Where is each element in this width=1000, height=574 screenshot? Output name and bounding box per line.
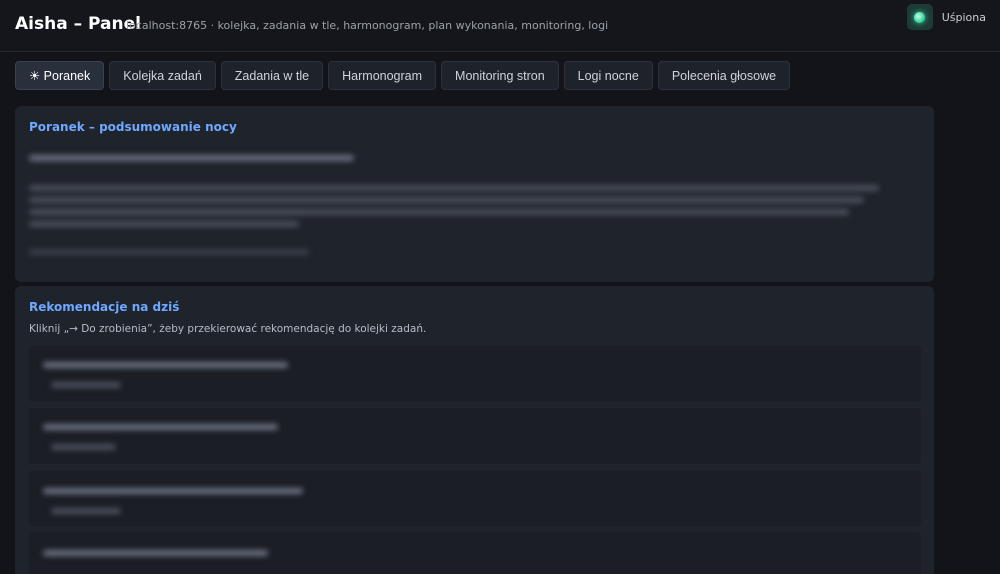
status-indicator: Uśpiona (906, 4, 986, 30)
tab-logi-nocne[interactable]: Logi nocne (563, 61, 653, 90)
status-dot (914, 11, 926, 23)
tab-bar: ☀ Poranek Kolejka zadań Zadania w tle Ha… (15, 61, 791, 90)
recommendations-title: Rekomendacje na dziś (29, 300, 180, 314)
tab-kolejka-zadan[interactable]: Kolejka zadań (109, 61, 216, 90)
top-bar: Aisha – Panel localhost:8765 · kolejka, … (0, 0, 1000, 52)
status-label: Uśpiona (941, 10, 986, 24)
night-summary-card: Poranek – podsumowanie nocy (15, 106, 934, 282)
recommendation-item[interactable] (29, 532, 921, 574)
tab-harmonogram[interactable]: Harmonogram (328, 61, 437, 90)
recommendation-item[interactable] (29, 346, 921, 402)
app-title: Aisha – Panel (15, 14, 141, 34)
tab-zadania-w-tle[interactable]: Zadania w tle (220, 61, 324, 90)
recommendation-item[interactable] (29, 470, 921, 526)
tab-monitoring-stron[interactable]: Monitoring stron (441, 61, 559, 90)
recommendations-card: Rekomendacje na dziś Kliknij „→ Do zrobi… (15, 286, 934, 574)
tab-poranek[interactable]: ☀ Poranek (15, 61, 105, 90)
recommendation-item[interactable] (29, 408, 921, 464)
recommendations-hint: Kliknij „→ Do zrobienia”, żeby przekiero… (29, 323, 427, 335)
status-light-icon (906, 4, 933, 30)
app-subtitle: localhost:8765 · kolejka, zadania w tle,… (126, 19, 609, 32)
night-summary-content-blurred (15, 106, 934, 282)
tab-polecenia-glosowe[interactable]: Polecenia głosowe (657, 61, 791, 90)
